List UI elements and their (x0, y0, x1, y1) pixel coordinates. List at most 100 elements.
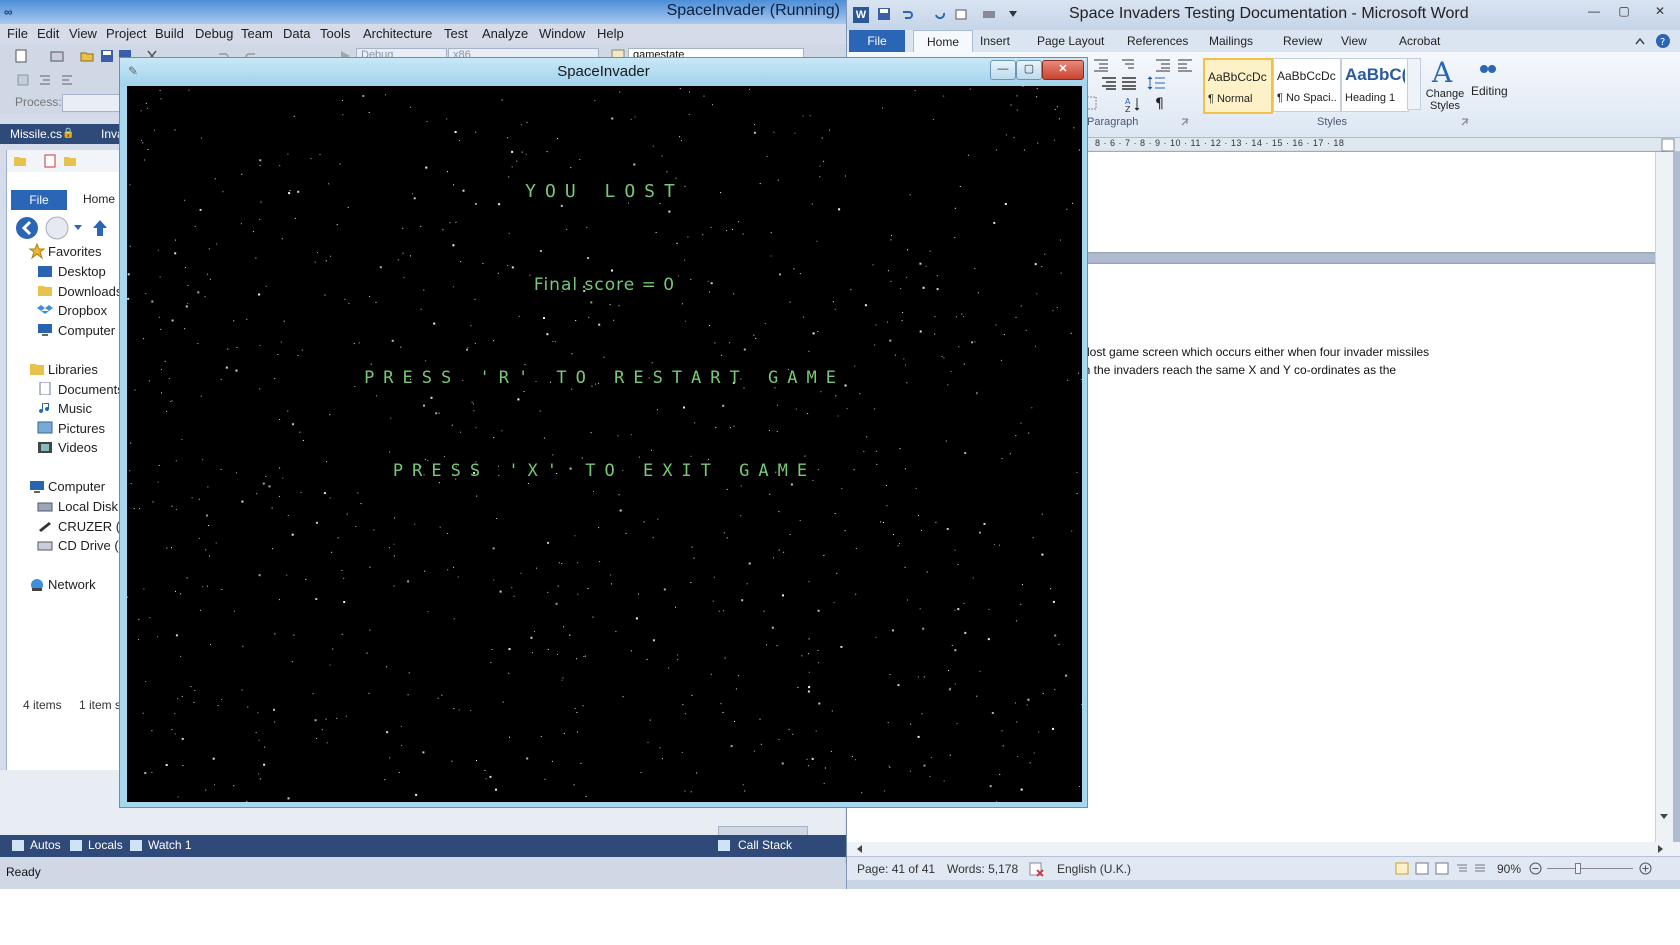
game-maximize-button[interactable]: ▢ (1016, 60, 1042, 80)
sidebar-item-dropbox[interactable]: Dropbox (58, 303, 107, 318)
menu-data[interactable]: Data (283, 26, 310, 41)
decrease-indent-icon[interactable] (1093, 58, 1109, 72)
sidebar-item-network[interactable]: Network (48, 577, 96, 592)
styles-gallery-scroll[interactable] (1407, 58, 1421, 110)
add-item-icon[interactable] (50, 49, 64, 63)
tab-acrobat[interactable]: Acrobat (1399, 34, 1440, 48)
tab-mailings[interactable]: Mailings (1209, 34, 1253, 48)
menu-window[interactable]: Window (539, 26, 585, 41)
word-minimize-button[interactable]: — (1581, 2, 1607, 20)
tab-autos[interactable]: Autos (30, 838, 61, 852)
scroll-down-arrow-icon[interactable] (1658, 812, 1670, 822)
sidebar-item-videos[interactable]: Videos (58, 440, 98, 455)
menu-analyze[interactable]: Analyze (482, 26, 528, 41)
favorites-header[interactable]: Favorites (48, 244, 101, 259)
full-screen-reading-icon[interactable] (1415, 862, 1429, 875)
sort-icon[interactable]: AZ (1125, 96, 1141, 112)
editing-binoculars-icon[interactable] (1479, 58, 1497, 76)
explorer-file-tab[interactable]: File (11, 190, 67, 210)
style-normal[interactable]: AaBbCcDc ¶ Normal (1203, 58, 1273, 114)
tab-insert[interactable]: Insert (980, 34, 1010, 48)
sidebar-item-pictures[interactable]: Pictures (58, 421, 105, 436)
show-hide-formatting-icon[interactable]: ¶ (1155, 96, 1167, 110)
status-page-count[interactable]: Page: 41 of 41 (857, 862, 935, 876)
menu-view[interactable]: View (69, 26, 97, 41)
paragraph-dialog-launcher-icon[interactable] (1181, 118, 1189, 126)
tab-call-stack[interactable]: Call Stack (738, 838, 792, 852)
word-vertical-scrollbar[interactable] (1655, 152, 1673, 842)
open-folder-icon[interactable] (80, 49, 94, 63)
draft-view-icon[interactable] (1473, 862, 1487, 875)
increase-indent-icon[interactable] (1155, 58, 1171, 72)
tab-locals[interactable]: Locals (88, 838, 123, 852)
sidebar-item-documents[interactable]: Documents (58, 382, 124, 397)
tab-page-layout[interactable]: Page Layout (1037, 34, 1104, 48)
menu-tools[interactable]: Tools (320, 26, 350, 41)
help-icon[interactable]: ? (1655, 33, 1671, 49)
explorer-home-tab[interactable]: Home (83, 192, 115, 206)
zoom-slider-thumb[interactable] (1575, 863, 1581, 874)
new-folder-icon[interactable] (63, 154, 77, 168)
word-close-button[interactable]: ✕ (1647, 2, 1673, 20)
forward-arrow-icon[interactable] (45, 216, 69, 240)
recent-locations-chevron-icon[interactable] (73, 224, 83, 232)
save-icon[interactable] (100, 49, 114, 63)
sidebar-item-music[interactable]: Music (58, 401, 92, 416)
align-right-icon[interactable] (1101, 76, 1117, 90)
menu-build[interactable]: Build (155, 26, 184, 41)
zoom-slider-track[interactable] (1547, 868, 1633, 869)
print-layout-view-icon[interactable] (1395, 862, 1409, 875)
menu-edit[interactable]: Edit (37, 26, 59, 41)
game-titlebar[interactable]: ✎ SpaceInvader — ▢ ✕ (120, 58, 1087, 86)
tab-review[interactable]: Review (1283, 34, 1322, 48)
properties-icon[interactable] (43, 154, 57, 168)
style-heading-1[interactable]: AaBbC( Heading 1 (1341, 58, 1409, 112)
status-word-count[interactable]: Words: 5,178 (947, 862, 1018, 876)
outline-view-icon[interactable] (1455, 862, 1469, 875)
word-app-icon[interactable]: W (853, 7, 869, 23)
outdent-paragraph-icon[interactable] (1177, 58, 1193, 72)
line-spacing-icon[interactable] (1147, 76, 1167, 90)
tab-home[interactable]: Home (913, 30, 973, 52)
computer-header[interactable]: Computer (48, 479, 105, 494)
up-arrow-icon[interactable] (91, 218, 109, 238)
editing-button[interactable]: Editing (1471, 84, 1508, 98)
word-file-tab[interactable]: File (849, 30, 905, 52)
tab-watch-1[interactable]: Watch 1 (148, 838, 192, 852)
menu-architecture[interactable]: Architecture (363, 26, 432, 41)
libraries-header[interactable]: Libraries (48, 362, 98, 377)
sidebar-item-desktop[interactable]: Desktop (58, 264, 106, 279)
zoom-level[interactable]: 90% (1497, 862, 1521, 876)
scroll-left-icon[interactable] (855, 844, 865, 854)
folder-icon[interactable] (13, 154, 27, 168)
outdent-icon[interactable] (60, 73, 74, 87)
menu-team[interactable]: Team (241, 26, 273, 41)
multilevel-list-icon[interactable] (1119, 58, 1135, 72)
view-ruler-icon[interactable] (1661, 138, 1675, 152)
vs-titlebar[interactable]: ∞ SpaceInvader (Running) (0, 0, 850, 24)
scroll-right-icon[interactable] (1655, 844, 1665, 854)
document-body-text[interactable]: e lost game screen which occurs either w… (1077, 343, 1429, 379)
change-styles-button[interactable]: Change Styles (1425, 88, 1465, 112)
menu-file[interactable]: File (7, 26, 28, 41)
justify-icon[interactable] (1121, 76, 1137, 90)
styles-dialog-launcher-icon[interactable] (1461, 118, 1469, 126)
word-print-preview-icon[interactable] (955, 7, 971, 21)
word-horizontal-scrollbar[interactable] (847, 842, 1680, 856)
menu-debug[interactable]: Debug (195, 26, 233, 41)
menu-project[interactable]: Project (106, 26, 146, 41)
sidebar-item-downloads[interactable]: Downloads (58, 284, 122, 299)
zoom-in-icon[interactable] (1639, 862, 1652, 875)
zoom-out-icon[interactable] (1529, 862, 1542, 875)
word-quick-print-icon[interactable] (981, 7, 997, 21)
word-maximize-button[interactable]: ▢ (1611, 2, 1637, 20)
web-layout-icon[interactable] (1435, 862, 1449, 875)
tab-view[interactable]: View (1341, 34, 1367, 48)
menu-help[interactable]: Help (597, 26, 624, 41)
tab-references[interactable]: References (1127, 34, 1188, 48)
sidebar-item-computer-fav[interactable]: Computer (58, 323, 115, 338)
minimize-ribbon-icon[interactable] (1635, 38, 1645, 45)
game-minimize-button[interactable]: — (990, 60, 1016, 80)
game-canvas[interactable]: YOU LOST Final score = 0 PRESS 'R' TO RE… (127, 86, 1082, 802)
game-close-button[interactable]: ✕ (1042, 60, 1084, 80)
